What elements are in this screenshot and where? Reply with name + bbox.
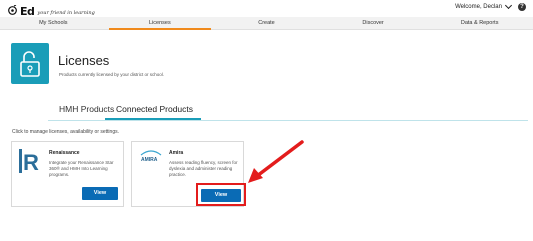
- nav-data-reports[interactable]: Data & Reports: [426, 17, 533, 29]
- logo-tagline: your friend in learning: [37, 9, 95, 16]
- renaissance-view-button[interactable]: View: [82, 187, 118, 200]
- annotation-highlight-box: [196, 183, 246, 206]
- amira-logo-icon: AMIRA: [139, 149, 162, 173]
- svg-text:R: R: [23, 150, 39, 173]
- main-nav: My Schools Licenses Create Discover Data…: [0, 17, 533, 30]
- amira-logo-text: AMIRA: [141, 157, 158, 163]
- card-name: Renaissance: [49, 150, 80, 156]
- nav-discover[interactable]: Discover: [320, 17, 427, 29]
- licenses-page-icon: [11, 43, 49, 84]
- user-menu[interactable]: Welcome, Declan: [455, 1, 513, 10]
- top-bar: Ed your friend in learning Welcome, Decl…: [0, 0, 533, 18]
- tab-connected-products[interactable]: Connected Products: [116, 104, 193, 114]
- page-title: Licenses: [58, 53, 110, 68]
- renaissance-r-icon: R: [19, 149, 41, 175]
- card-name: Amira: [169, 150, 184, 156]
- welcome-text: Welcome, Declan: [455, 4, 502, 10]
- nav-create[interactable]: Create: [213, 17, 320, 29]
- logo-text: Ed: [20, 4, 35, 18]
- unlock-icon: [20, 51, 40, 77]
- help-icon[interactable]: ?: [518, 3, 526, 11]
- tab-hmh-products[interactable]: HMH Products: [59, 104, 114, 114]
- chevron-down-icon: [504, 1, 513, 10]
- product-tabs: HMH Products Connected Products: [48, 101, 528, 121]
- hint-text: Click to manage licenses, availability o…: [12, 129, 119, 135]
- nav-my-schools[interactable]: My Schools: [0, 17, 107, 29]
- card-description: Integrate your Renaissance Star 360® and…: [49, 160, 114, 177]
- nav-licenses[interactable]: Licenses: [107, 17, 214, 30]
- product-card-renaissance: R Renaissance Integrate your Renaissance…: [11, 141, 124, 207]
- card-description: Assess reading fluency, screen for dysle…: [169, 160, 238, 177]
- page-subtitle: Products currently licensed by your dist…: [59, 72, 165, 77]
- active-tab-indicator: [105, 118, 201, 120]
